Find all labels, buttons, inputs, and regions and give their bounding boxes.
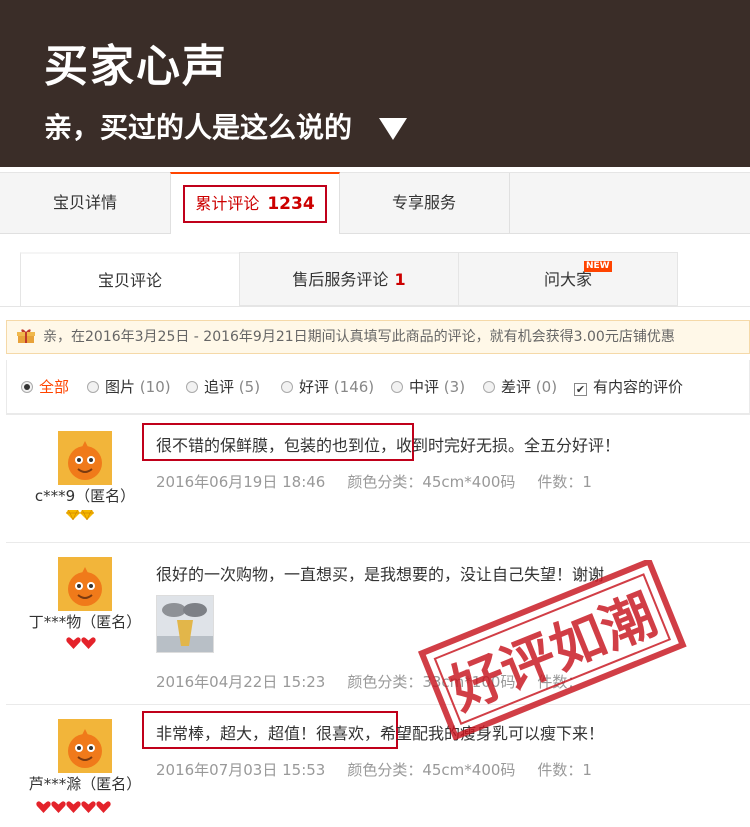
divider [0,306,750,307]
avatar[interactable] [58,557,112,611]
reviewer-name[interactable]: c***9（匿名） [28,485,142,506]
stamp-text: 好评如潮 [440,583,665,723]
review-text-highlight: 非常棒，超大，超值！很喜欢， [156,724,381,743]
avatar[interactable] [58,719,112,773]
tab-after-sale-reviews[interactable]: 售后服务评论 1 [239,252,459,306]
filter-bad-count: (0) [535,378,558,396]
filter-images[interactable]: 图片 (10) [87,376,171,397]
filter-followup-count: (5) [238,378,261,396]
tab-reviews-count: 1234 [267,194,315,214]
radio-icon[interactable] [281,381,293,393]
heart-icon [66,637,81,652]
avatar[interactable] [58,431,112,485]
tab-item-details-label: 宝贝详情 [52,193,117,212]
review-meta: 2016年07月03日 15:53 颜色分类：45cm*400码 件数：1 [156,759,614,780]
heart-icon [51,801,66,816]
tab-ask-everyone[interactable]: 问大家 NEW [458,252,678,306]
filter-followup-label: 追评 [204,378,235,396]
radio-icon[interactable] [483,381,495,393]
diamond-icon [80,509,94,523]
tab-reviews[interactable]: 累计评论 1234 [170,172,340,234]
review-filters: 全部 图片 (10) 追评 (5) 好评 (146) 中评 (3) 差评 (0)… [6,360,750,414]
page-title: 买家心声 [44,41,228,92]
review-item: c***9（匿名） 很不错的保鲜膜，包装的也到位，收到时完好无损。全五分好评！ … [6,414,750,543]
gift-icon [17,324,35,343]
main-tabs: 宝贝详情 累计评论 1234 专享服务 [0,172,750,234]
radio-icon[interactable] [186,381,198,393]
checkbox-checked-icon[interactable]: ✔ [574,383,587,396]
review-text-rest: 收到时完好无损。全五分好评！ [396,436,621,455]
radio-checked-icon[interactable] [21,381,33,393]
filter-medium-count: (3) [443,378,466,396]
buyer-level-badges [66,509,94,523]
tab-item-reviews-label: 宝贝评论 [97,271,162,290]
tab-service-label: 专享服务 [391,193,456,212]
filter-good-label: 好评 [299,378,330,396]
heart-icon [96,801,111,816]
tab-reviews-highlight: 累计评论 1234 [183,185,327,223]
heart-icon [66,801,81,816]
sub-tabs: 宝贝评论 售后服务评论 1 问大家 NEW [20,252,678,306]
filter-medium[interactable]: 中评 (3) [391,376,465,397]
reviewer-name[interactable]: 丁***物（匿名） [18,611,152,632]
review-meta: 2016年06月19日 18:46 颜色分类：45cm*400码 件数：1 [156,471,614,492]
review-photo-thumbnail[interactable] [156,595,214,653]
review-date: 2016年06月19日 18:46 [156,473,326,491]
filter-all[interactable]: 全部 [21,376,69,397]
tab-ask-label: 问大家 [543,270,592,289]
review-text-highlight: 很不错的保鲜膜，包装的也到位， [156,436,397,455]
review-qty: 件数：1 [537,473,592,491]
tab-service[interactable]: 专享服务 [339,173,510,233]
heart-icon [81,637,96,652]
review-sku: 颜色分类：45cm*400码 [347,473,516,491]
triangle-down-icon [379,118,407,140]
promo-notice-text: 亲，在2016年3月25日 - 2016年9月21日期间认真填写此商品的评论，就… [43,329,675,345]
tab-after-sale-count: 1 [394,270,406,289]
header-banner: 买家心声 亲，买过的人是这么说的 [0,0,750,167]
filter-images-count: (10) [139,378,171,396]
filter-bad-label: 差评 [501,378,532,396]
filter-followup[interactable]: 追评 (5) [186,376,260,397]
filter-good-count: (146) [333,378,375,396]
tab-item-details[interactable]: 宝贝详情 [0,173,170,233]
review-sku: 颜色分类：45cm*400码 [347,761,516,779]
filter-content-only[interactable]: ✔ 有内容的评价 [574,376,683,397]
tab-after-sale-label: 售后服务评论 [292,270,389,289]
diamond-icon [66,509,80,523]
filter-images-label: 图片 [105,378,136,396]
radio-icon[interactable] [391,381,403,393]
heart-icon [81,801,96,816]
filter-medium-label: 中评 [409,378,440,396]
tab-item-reviews[interactable]: 宝贝评论 [20,252,240,306]
review-date: 2016年07月03日 15:53 [156,761,326,779]
page-subtitle: 亲，买过的人是这么说的 [44,111,353,144]
review-text: 很不错的保鲜膜，包装的也到位，收到时完好无损。全五分好评！ [156,432,620,456]
heart-icon [36,801,51,816]
buyer-level-badges [36,801,111,816]
praise-stamp: 好评如潮 [417,560,687,740]
buyer-level-badges [66,637,96,652]
filter-all-label: 全部 [39,378,70,396]
filter-content-only-label: 有内容的评价 [593,378,684,396]
reviewer-name[interactable]: 芦***滁（匿名） [18,773,152,794]
review-date: 2016年04月22日 15:23 [156,673,326,691]
filter-bad[interactable]: 差评 (0) [483,376,557,397]
promo-notice: 亲，在2016年3月25日 - 2016年9月21日期间认真填写此商品的评论，就… [6,320,750,354]
review-qty: 件数：1 [537,761,592,779]
new-badge: NEW [584,261,612,272]
filter-good[interactable]: 好评 (146) [281,376,374,397]
radio-icon[interactable] [87,381,99,393]
tab-reviews-label: 累计评论 [195,194,260,213]
